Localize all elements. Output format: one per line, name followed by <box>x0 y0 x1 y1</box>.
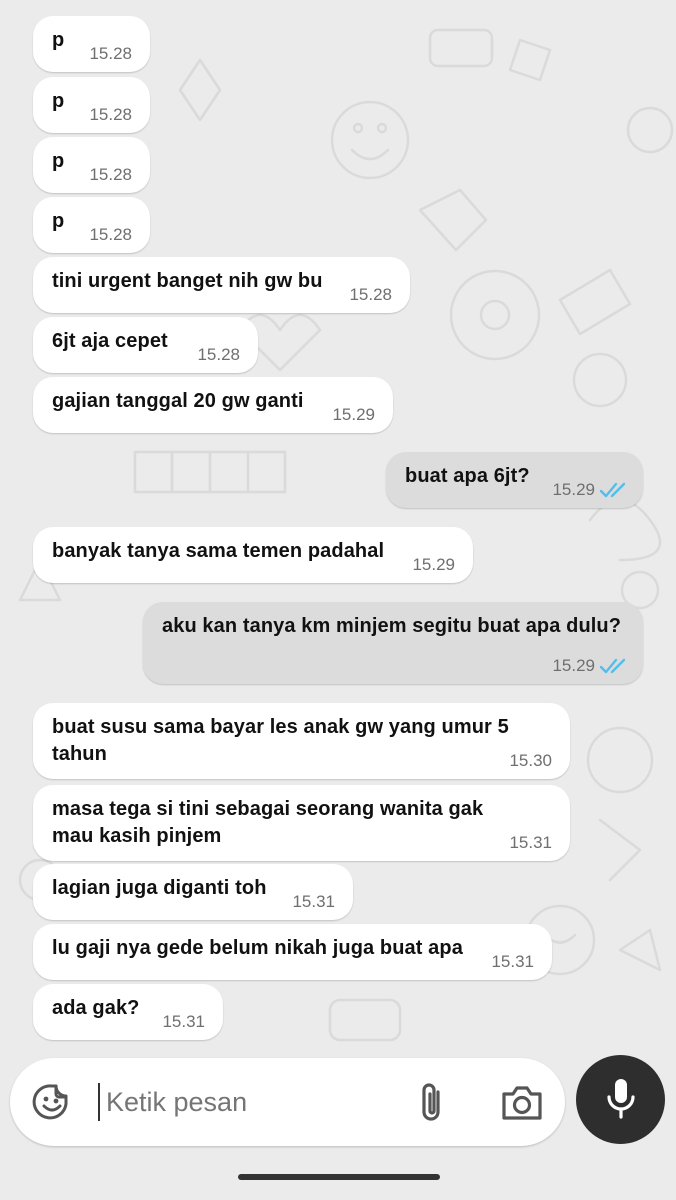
chat-messages[interactable]: p 15.28 p 15.28 p 15.28 p 15.28 tini urg… <box>0 0 676 1050</box>
microphone-button[interactable] <box>576 1055 665 1144</box>
double-check-icon <box>599 482 626 498</box>
message-incoming[interactable]: 6jt aja cepet 15.28 <box>33 317 258 373</box>
message-time: 15.28 <box>89 44 132 63</box>
message-time: 15.28 <box>89 105 132 124</box>
home-indicator[interactable] <box>238 1174 440 1180</box>
message-incoming[interactable]: ada gak? 15.31 <box>33 984 223 1040</box>
message-incoming[interactable]: banyak tanya sama temen padahal 15.29 <box>33 527 473 583</box>
message-incoming[interactable]: buat susu sama bayar les anak gw yang um… <box>33 703 570 779</box>
message-incoming[interactable]: p 15.28 <box>33 16 150 72</box>
sticker-smile-icon[interactable] <box>32 1082 72 1122</box>
message-time: 15.28 <box>89 225 132 244</box>
message-time: 15.29 <box>332 405 375 424</box>
message-time: 15.31 <box>162 1012 205 1031</box>
message-text: banyak tanya sama temen padahal <box>52 540 385 562</box>
message-time: 15.29 <box>412 555 455 574</box>
double-check-icon <box>599 658 626 674</box>
message-text: aku kan tanya km minjem segitu buat apa … <box>162 615 622 637</box>
message-time: 15.29 <box>552 656 595 675</box>
message-text: tini urgent banget nih gw bu <box>52 270 323 292</box>
message-text: masa tega si tini sebagai seorang wanita… <box>52 798 484 847</box>
message-time: 15.29 <box>552 480 595 499</box>
message-incoming[interactable]: p 15.28 <box>33 197 150 253</box>
message-time: 15.28 <box>89 165 132 184</box>
message-time: 15.31 <box>509 833 552 852</box>
message-time: 15.28 <box>197 345 240 364</box>
microphone-icon <box>607 1079 635 1119</box>
message-text: gajian tanggal 20 gw ganti <box>52 390 304 412</box>
message-incoming[interactable]: lu gaji nya gede belum nikah juga buat a… <box>33 924 552 980</box>
camera-icon[interactable] <box>500 1084 544 1122</box>
message-outgoing[interactable]: buat apa 6jt? 15.29 <box>386 452 643 508</box>
message-incoming[interactable]: gajian tanggal 20 gw ganti 15.29 <box>33 377 393 433</box>
message-time: 15.31 <box>491 952 534 971</box>
paperclip-icon[interactable] <box>414 1080 450 1126</box>
message-text: lu gaji nya gede belum nikah juga buat a… <box>52 937 463 959</box>
message-incoming[interactable]: tini urgent banget nih gw bu 15.28 <box>33 257 410 313</box>
message-input-bar[interactable] <box>10 1058 565 1146</box>
message-incoming[interactable]: p 15.28 <box>33 137 150 193</box>
message-time: 15.28 <box>349 285 392 304</box>
message-time: 15.30 <box>509 751 552 770</box>
message-outgoing[interactable]: aku kan tanya km minjem segitu buat apa … <box>143 602 643 684</box>
message-time: 15.31 <box>292 892 335 911</box>
message-text: buat susu sama bayar les anak gw yang um… <box>52 716 509 765</box>
message-incoming[interactable]: lagian juga diganti toh 15.31 <box>33 864 353 920</box>
text-cursor <box>98 1083 100 1121</box>
message-incoming[interactable]: p 15.28 <box>33 77 150 133</box>
message-input[interactable] <box>102 1076 396 1128</box>
message-incoming[interactable]: masa tega si tini sebagai seorang wanita… <box>33 785 570 861</box>
